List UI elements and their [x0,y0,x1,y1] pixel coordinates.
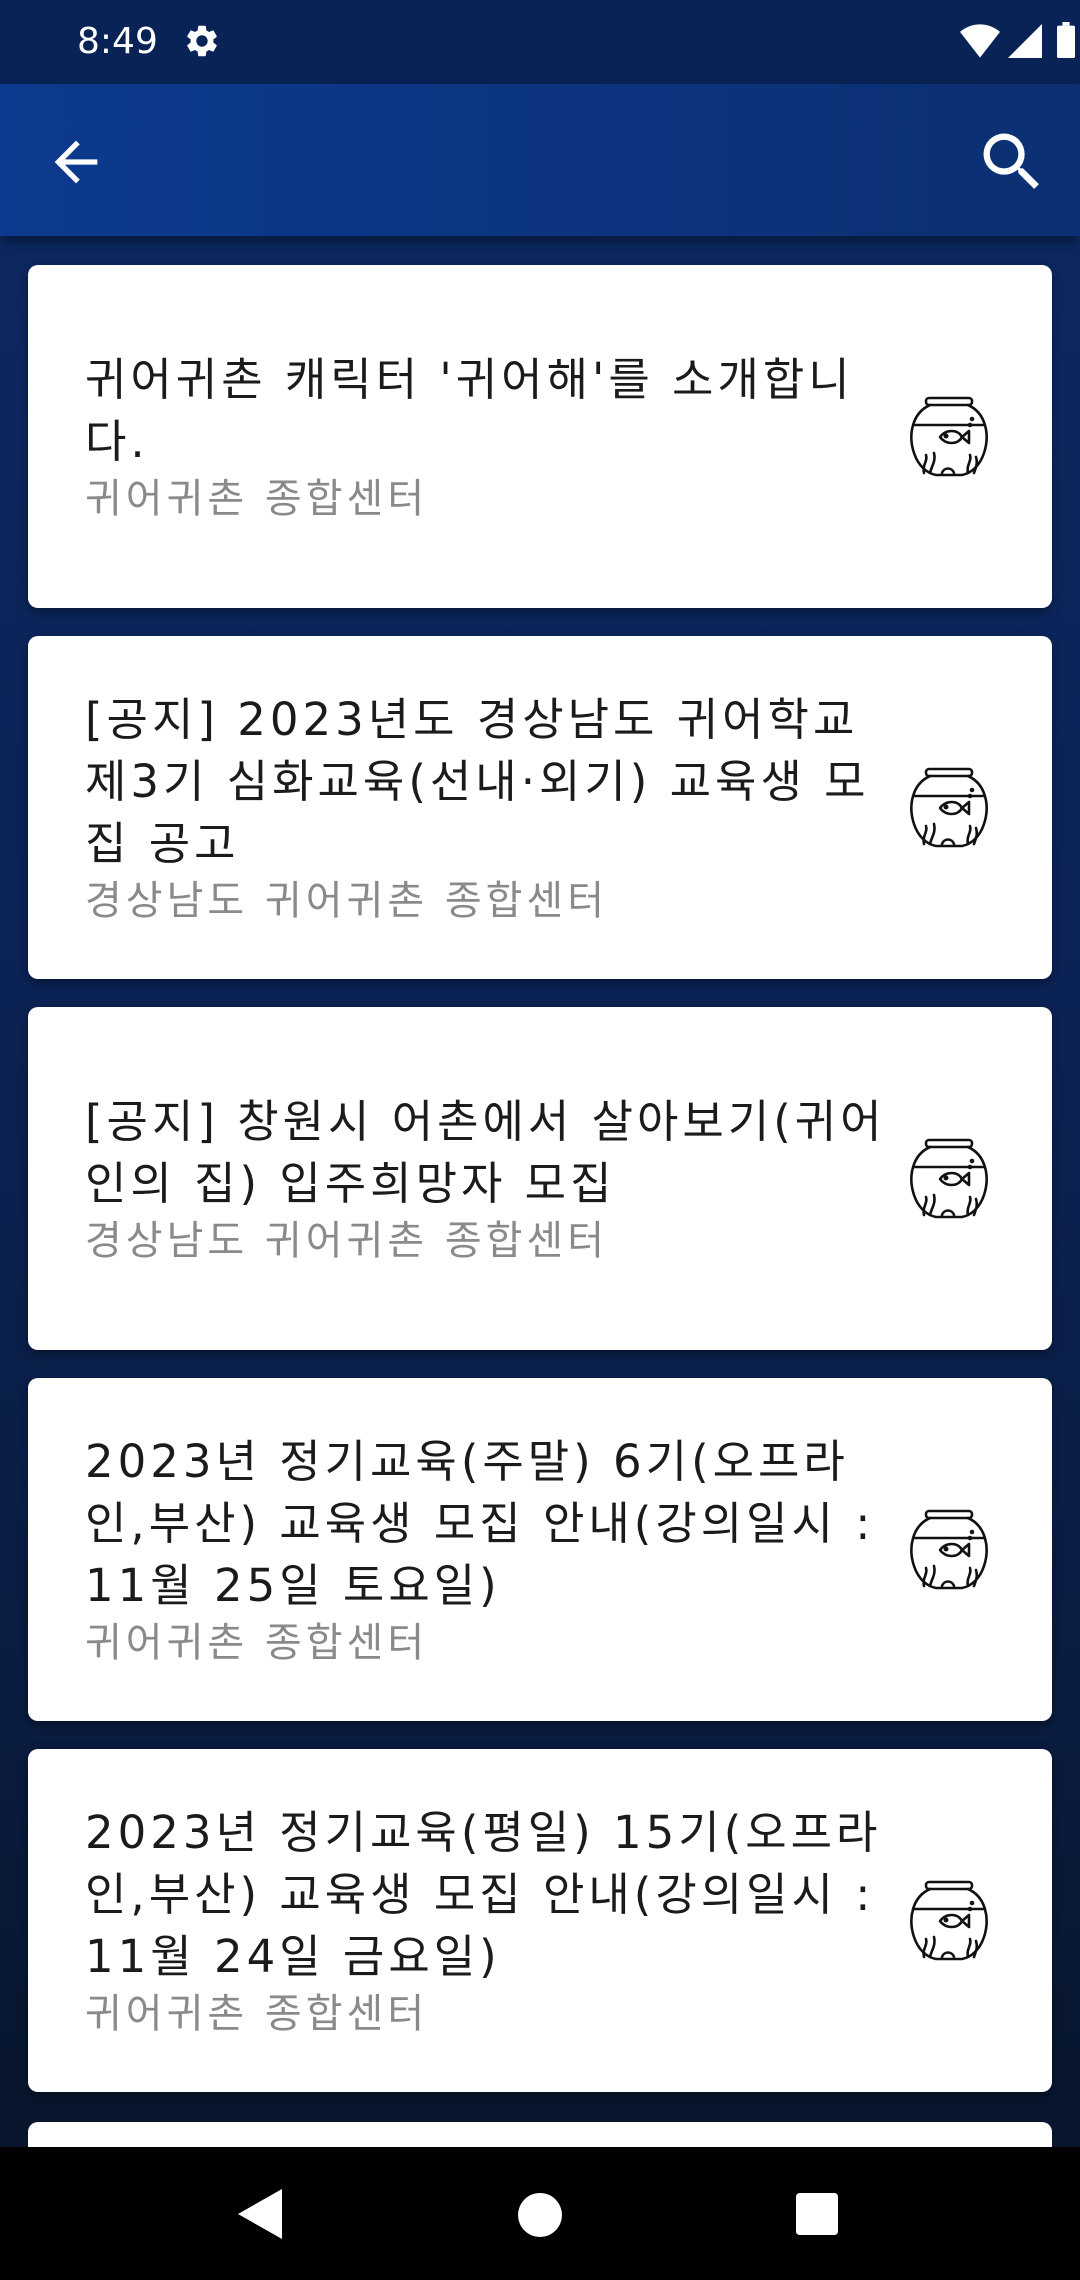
post-card[interactable]: [공지] 창원시 어촌에서 살아보기(귀어인의 집) 입주희망자 모집 경상남도… [28,1007,1052,1350]
post-list: 귀어귀촌 캐릭터 '귀어해'를 소개합니다. 귀어귀촌 종합센터 [공지] 20… [28,265,1052,2120]
post-source: 귀어귀촌 종합센터 [85,1619,429,1666]
post-title: [공지] 2023년도 경상남도 귀어학교 제3기 심화교육(선내·외기) 교육… [85,692,870,870]
gear-icon [187,25,217,57]
post-source: 경상남도 귀어귀촌 종합센터 [85,877,609,924]
fishbowl-icon [910,1509,988,1589]
post-card[interactable]: 2023년 정기교육(주말) 6기(오프라인,부산) 교육생 모집 안내(강의일… [28,1378,1052,1721]
fishbowl-icon [910,1880,988,1960]
post-title: 2023년 정기교육(평일) 15기(오프라인,부산) 교육생 모집 안내(강의… [85,1805,882,1983]
post-source: 귀어귀촌 종합센터 [85,1990,429,2037]
post-source: 경상남도 귀어귀촌 종합센터 [85,1217,609,1264]
post-source: 귀어귀촌 종합센터 [85,475,429,522]
post-card[interactable]: 귀어귀촌 캐릭터 '귀어해'를 소개합니다. 귀어귀촌 종합센터 [28,265,1052,608]
fishbowl-icon [910,1138,988,1218]
app-bar [0,84,1080,236]
status-time: 8:49 [77,21,158,62]
status-bar: 8:49 [0,0,1080,84]
battery-icon [1057,22,1075,59]
fishbowl-icon [910,767,988,847]
nav-back-icon[interactable] [238,2189,286,2239]
post-title: [공지] 창원시 어촌에서 살아보기(귀어인의 집) 입주희망자 모집 [85,1094,886,1210]
post-card[interactable]: 2023년 정기교육(평일) 15기(오프라인,부산) 교육생 모집 안내(강의… [28,1749,1052,2092]
navigation-bar [0,2147,1080,2280]
signal-icon [1008,24,1042,58]
status-icons [880,0,1080,84]
wifi-icon [960,24,1000,58]
post-title: 귀어귀촌 캐릭터 '귀어해'를 소개합니다. [85,352,854,468]
nav-home-icon[interactable] [518,2193,562,2237]
post-card[interactable]: [공지] 2023년도 경상남도 귀어학교 제3기 심화교육(선내·외기) 교육… [28,636,1052,979]
post-title: 2023년 정기교육(주말) 6기(오프라인,부산) 교육생 모집 안내(강의일… [85,1434,875,1612]
fishbowl-icon [910,396,988,476]
nav-recents-icon[interactable] [796,2193,838,2235]
arrow-left-icon[interactable] [44,130,108,194]
search-icon[interactable] [974,124,1050,200]
